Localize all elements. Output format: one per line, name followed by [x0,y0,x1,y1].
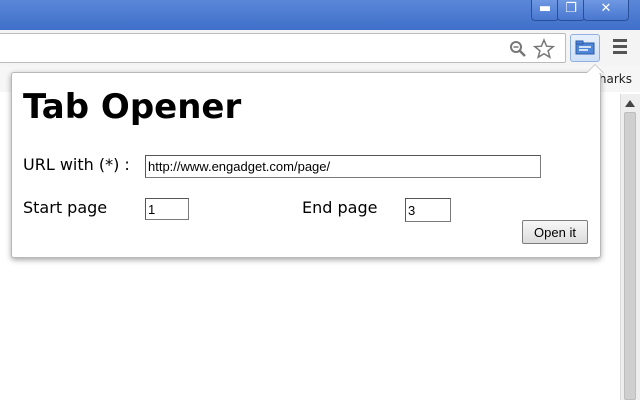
bookmarks-bar-label[interactable]: narks [599,72,632,86]
hamburger-menu-icon[interactable] [613,39,627,55]
minimize-button[interactable]: ▬ [531,0,559,21]
page-scrollbar[interactable] [620,94,640,400]
tab-opener-extension-button[interactable] [570,34,600,62]
url-label: URL with (*) : [23,155,130,174]
browser-toolbar [0,30,640,67]
scroll-up-arrow-icon[interactable] [625,100,635,107]
start-page-input[interactable] [145,198,189,220]
scroll-thumb[interactable] [624,112,636,400]
magnifier-icon[interactable] [509,40,527,58]
window-titlebar: ▬ ❐ ✕ [0,0,640,30]
tab-opener-extension-icon [575,40,595,55]
popup-pointer [586,64,604,73]
start-page-label: Start page [23,198,108,217]
tab-opener-popup: Tab Opener URL with (*) : Start page End… [11,64,604,258]
restore-button[interactable]: ❐ [557,0,585,21]
url-input[interactable] [145,155,541,178]
bookmark-star-icon[interactable] [533,38,555,60]
close-button[interactable]: ✕ [583,0,629,21]
end-page-input[interactable] [405,198,451,222]
open-it-button[interactable]: Open it [522,220,588,244]
end-page-label: End page [302,198,378,217]
address-bar[interactable] [0,33,566,63]
popup-title: Tab Opener [23,87,242,127]
